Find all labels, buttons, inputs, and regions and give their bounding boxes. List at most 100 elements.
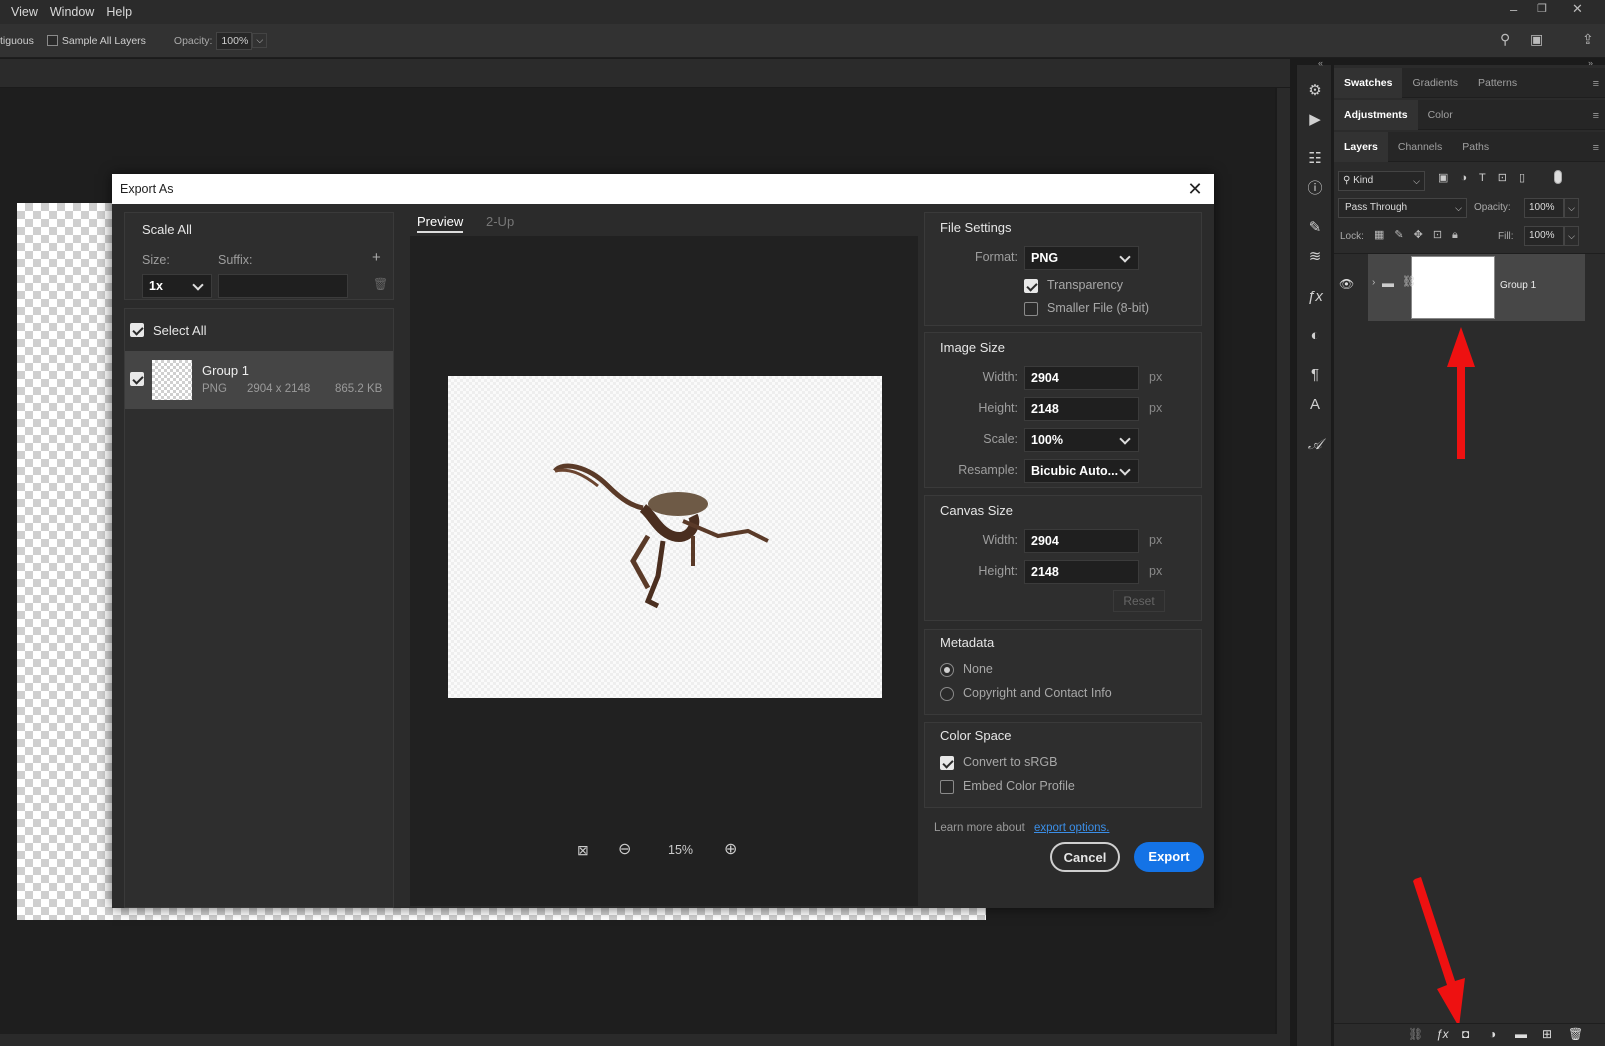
image-height-input[interactable]: 2148: [1024, 397, 1139, 421]
filter-toggle-icon[interactable]: [1554, 170, 1562, 184]
menu-window[interactable]: Window: [44, 5, 100, 19]
preview-image: [448, 376, 882, 698]
tab-swatches[interactable]: Swatches: [1334, 67, 1403, 98]
canvas-width-input[interactable]: 2904: [1024, 529, 1139, 553]
tab-layers[interactable]: Layers: [1334, 131, 1388, 162]
format-select[interactable]: PNG: [1024, 246, 1139, 270]
minimize-icon[interactable]: –: [1510, 2, 1517, 17]
vertical-scrollbar[interactable]: [1277, 88, 1290, 1034]
trash-icon[interactable]: 🗑︎: [1568, 1027, 1583, 1041]
metadata-none-radio[interactable]: [940, 663, 954, 677]
menu-view[interactable]: View: [0, 5, 44, 19]
tab-2-up[interactable]: 2-Up: [486, 214, 514, 229]
expand-chevron-icon[interactable]: ›: [1372, 277, 1375, 288]
reset-button[interactable]: Reset: [1113, 590, 1165, 612]
layer-row-group-1[interactable]: Group 1: [1368, 254, 1585, 321]
fit-view-icon[interactable]: ⊠: [577, 842, 589, 859]
tab-patterns[interactable]: Patterns: [1468, 68, 1527, 98]
adjustment-layer-icon[interactable]: ◑: [1489, 1027, 1496, 1041]
chevron-down-icon[interactable]: ⌵: [252, 33, 268, 48]
fx-icon[interactable]: ƒx: [1305, 287, 1325, 307]
layers-footer: ⛓︎ ƒx ◘ ◑ ▬ ⊞ 🗑︎: [1334, 1023, 1605, 1046]
link-layers-icon[interactable]: ⛓︎: [1408, 1027, 1423, 1041]
scale-select[interactable]: 100%: [1024, 428, 1139, 452]
layer-filter-icons[interactable]: ▣◑T⊡▯: [1438, 171, 1568, 191]
sample-all-layers-label: Sample All Layers: [61, 34, 146, 47]
export-options-link[interactable]: export options.: [1034, 822, 1109, 834]
chevron-down-icon[interactable]: ⌵: [1564, 226, 1579, 246]
paragraph-icon[interactable]: ¶: [1305, 365, 1325, 385]
sample-all-layers-checkbox[interactable]: [46, 35, 58, 46]
info-icon[interactable]: ⓘ: [1305, 179, 1325, 199]
tab-paths[interactable]: Paths: [1452, 132, 1499, 162]
tab-color[interactable]: Color: [1418, 100, 1463, 130]
resample-select[interactable]: Bicubic Auto...: [1024, 459, 1139, 483]
color-space-section: Color Space Convert to sRGB Embed Color …: [924, 722, 1202, 808]
close-icon[interactable]: ✕: [1186, 180, 1204, 198]
add-scale-icon[interactable]: +: [372, 249, 381, 266]
cancel-button[interactable]: Cancel: [1050, 842, 1120, 872]
workspace-icon[interactable]: ▣: [1530, 31, 1543, 48]
menu-help[interactable]: Help: [100, 5, 138, 19]
new-group-icon[interactable]: ▬: [1515, 1027, 1527, 1041]
adjust-icon[interactable]: ◐: [1305, 326, 1325, 346]
image-width-input[interactable]: 2904: [1024, 366, 1139, 390]
size-select[interactable]: 1x: [142, 274, 212, 298]
search-icon[interactable]: ⚲: [1500, 31, 1510, 48]
chevron-down-icon[interactable]: ⌵: [1564, 198, 1579, 218]
share-icon[interactable]: ⇪: [1582, 31, 1594, 48]
lock-icons[interactable]: ▦✎✥⊡🔒︎: [1374, 228, 1484, 244]
asset-row[interactable]: Group 1 PNG 2904 x 2148 865.2 KB: [125, 351, 393, 409]
zoom-out-icon[interactable]: ⊖: [618, 839, 631, 859]
embed-profile-checkbox[interactable]: [940, 780, 954, 794]
close-window-icon[interactable]: ✕: [1572, 1, 1583, 17]
link-icon[interactable]: ⛓︎: [1402, 275, 1416, 288]
transparency-checkbox[interactable]: [1024, 279, 1038, 293]
canvas-height-input[interactable]: 2148: [1024, 560, 1139, 584]
format-label: Format:: [974, 250, 1018, 264]
panel-menu-icon[interactable]: ≡: [1593, 78, 1599, 90]
fill-input[interactable]: 100%: [1524, 226, 1564, 246]
tab-gradients[interactable]: Gradients: [1402, 68, 1468, 98]
delete-scale-icon[interactable]: 🗑︎: [373, 277, 388, 291]
canvas-size-section: Canvas Size Width: 2904 px Height: 2148 …: [924, 495, 1202, 621]
new-layer-icon[interactable]: ⊞: [1542, 1027, 1552, 1041]
tab-preview[interactable]: Preview: [417, 214, 464, 233]
fx-icon[interactable]: ƒx: [1436, 1027, 1449, 1041]
layer-filter-kind[interactable]: ⚲ Kind ⌵: [1338, 171, 1425, 191]
glyphs-icon[interactable]: 𝒜: [1305, 434, 1325, 454]
brush-icon[interactable]: ✎: [1305, 218, 1325, 238]
file-settings-heading: File Settings: [940, 220, 1012, 235]
select-all-checkbox[interactable]: [130, 323, 144, 337]
opacity-input[interactable]: 100%: [216, 31, 253, 50]
brush-settings-icon[interactable]: ≋: [1305, 247, 1325, 267]
convert-srgb-label: Convert to sRGB: [963, 755, 1058, 769]
collapse-left-icon[interactable]: «: [1318, 58, 1323, 68]
tab-channels[interactable]: Channels: [1388, 132, 1452, 162]
asset-filesize: 865.2 KB: [335, 383, 383, 395]
character-icon[interactable]: A: [1305, 395, 1325, 415]
metadata-copyright-radio[interactable]: [940, 687, 954, 701]
add-mask-icon[interactable]: ◘: [1462, 1027, 1469, 1041]
eye-visibility-icon[interactable]: 👁︎: [1339, 277, 1354, 291]
smaller-file-checkbox[interactable]: [1024, 302, 1038, 316]
properties-icon[interactable]: ☷: [1305, 149, 1325, 169]
convert-srgb-checkbox[interactable]: [940, 756, 954, 770]
play-icon[interactable]: ▶: [1305, 110, 1325, 130]
tab-adjustments[interactable]: Adjustments: [1334, 99, 1418, 130]
zoom-level: 15%: [668, 843, 694, 857]
layer-mask-thumbnail[interactable]: [1411, 256, 1495, 319]
contiguous-label: tiguous: [0, 34, 34, 47]
blend-mode-select[interactable]: Pass Through ⌵: [1338, 198, 1467, 218]
export-button[interactable]: Export: [1134, 842, 1204, 872]
suffix-input[interactable]: [218, 274, 348, 298]
restore-icon[interactable]: ❐: [1537, 2, 1547, 15]
layer-name[interactable]: Group 1: [1500, 280, 1536, 291]
smaller-file-label: Smaller File (8-bit): [1047, 301, 1150, 315]
panel-menu-icon[interactable]: ≡: [1593, 110, 1599, 122]
layer-opacity-input[interactable]: 100%: [1524, 198, 1564, 218]
zoom-in-icon[interactable]: ⊕: [724, 839, 737, 859]
history-icon[interactable]: ⚙: [1305, 81, 1325, 101]
panel-menu-icon[interactable]: ≡: [1593, 142, 1599, 154]
asset-checkbox[interactable]: [130, 372, 144, 386]
